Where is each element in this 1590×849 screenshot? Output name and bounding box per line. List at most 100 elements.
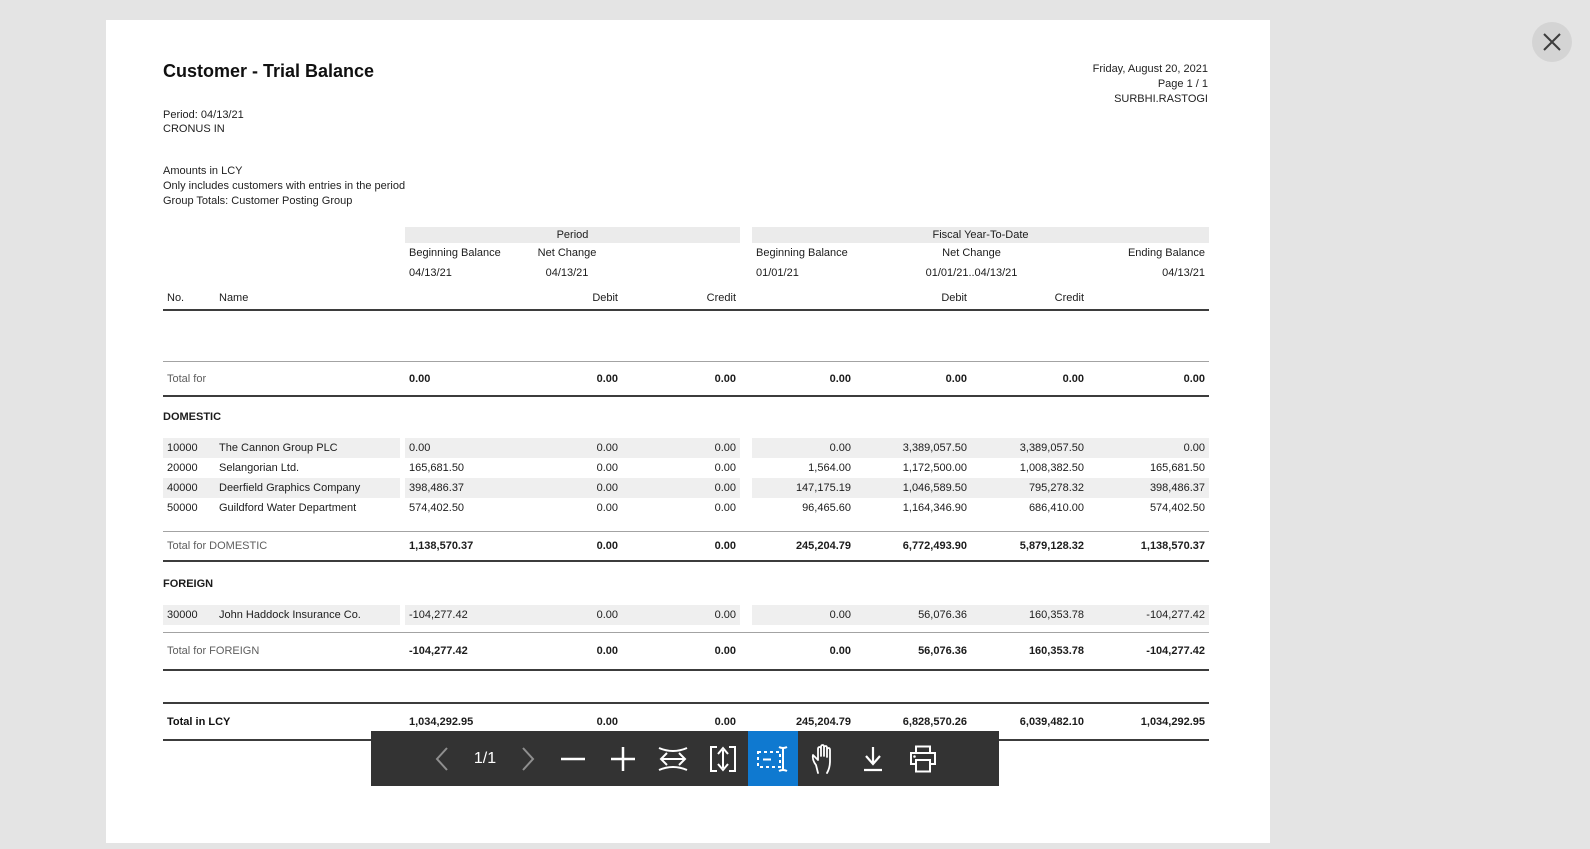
col-header: Ending Balance <box>1127 247 1205 259</box>
total-value: 160,353.78 <box>1028 645 1084 657</box>
report-header-right: Friday, August 20, 2021 Page 1 / 1 SURBH… <box>1093 62 1208 107</box>
col-header-name: Name <box>219 292 249 304</box>
cell-customer-name: Deerfield Graphics Company <box>215 478 405 498</box>
viewer-toolbar: 1/1 <box>371 731 999 786</box>
cell-value: 96,465.60 <box>802 502 851 514</box>
grand-total-value: 0.00 <box>714 715 736 728</box>
cell-customer-no: 10000 <box>163 438 215 458</box>
cell-value: 0.00 <box>714 462 736 474</box>
cell-value: 0.00 <box>752 438 855 458</box>
col-header-credit: Credit <box>1054 292 1084 304</box>
total-value: 0.00 <box>596 645 618 657</box>
meta-group-totals: Group Totals: Customer Posting Group <box>163 195 353 207</box>
cell-value: 0.00 <box>1088 438 1209 458</box>
total-value: 0.00 <box>596 372 618 385</box>
total-value: 0.00 <box>596 540 618 552</box>
cell-value: 0.00 <box>622 605 740 625</box>
table-row: 40000 Deerfield Graphics Company 398,486… <box>163 478 1209 498</box>
total-value: 0.00 <box>714 645 736 657</box>
cell-value: 0.00 <box>752 605 855 625</box>
page-number: Page 1 / 1 <box>1157 78 1208 90</box>
section-header-domestic: DOMESTIC <box>163 411 222 423</box>
download-button[interactable] <box>848 731 898 786</box>
text-select-icon <box>757 745 788 772</box>
col-header: Net Change <box>942 247 1001 259</box>
cell-customer-name: The Cannon Group PLC <box>215 438 405 458</box>
page-indicator: 1/1 <box>473 749 497 767</box>
cell-value: 160,353.78 <box>971 605 1088 625</box>
zoom-out-button[interactable] <box>548 731 598 786</box>
grand-total-value: 245,204.79 <box>795 715 851 728</box>
meta-filter-note: Only includes customers with entries in … <box>163 180 406 192</box>
total-value: 5,879,128.32 <box>1019 540 1084 552</box>
cell-value: 0.00 <box>512 605 622 625</box>
cell-value: 795,278.32 <box>971 478 1088 498</box>
col-header-date: 01/01/21 <box>756 267 799 279</box>
printed-date: Friday, August 20, 2021 <box>1092 63 1208 75</box>
close-preview-button[interactable] <box>1532 22 1572 62</box>
column-gap <box>740 458 752 478</box>
zoom-in-button[interactable] <box>598 731 648 786</box>
minus-icon <box>561 757 585 760</box>
text-selection-button[interactable] <box>748 731 798 786</box>
section-header-foreign: FOREIGN <box>163 578 214 590</box>
cell-value: 0.00 <box>714 502 736 514</box>
table-row: 50000 Guildford Water Department 574,402… <box>163 498 1209 518</box>
cell-value: 165,681.50 <box>409 462 465 474</box>
fit-to-page-button[interactable] <box>698 731 748 786</box>
total-label: Total for DOMESTIC <box>167 540 268 552</box>
fit-width-icon <box>658 746 688 771</box>
cell-value: -104,277.42 <box>1088 605 1209 625</box>
cell-value: 1,564.00 <box>808 462 851 474</box>
total-value: 0.00 <box>409 372 431 385</box>
cell-value: 0.00 <box>596 462 618 474</box>
pan-button[interactable] <box>798 731 848 786</box>
col-header-credit: Credit <box>706 292 736 304</box>
total-value: 6,772,493.90 <box>902 540 967 552</box>
total-value: -104,277.42 <box>1146 645 1205 657</box>
col-header-no: No. <box>167 292 185 304</box>
total-row-foreign: Total for FOREIGN -104,277.42 0.00 0.00 … <box>163 632 1209 671</box>
meta-amounts-lcy: Amounts in LCY <box>163 165 243 177</box>
cell-value: 1,008,382.50 <box>1019 462 1084 474</box>
cell-value: 1,046,589.50 <box>855 478 971 498</box>
next-page-button[interactable] <box>508 731 548 786</box>
cell-value: 0.00 <box>512 438 622 458</box>
report-page: Customer - Trial Balance Period: 04/13/2… <box>106 20 1270 843</box>
col-header-date: 04/13/21 <box>409 267 452 279</box>
table-header-dates-row: 04/13/21 04/13/21 01/01/21 01/01/21..04/… <box>163 263 1209 283</box>
cell-customer-name: John Haddock Insurance Co. <box>215 605 405 625</box>
col-header-debit: Debit <box>941 292 967 304</box>
cell-value: 165,681.50 <box>1149 462 1205 474</box>
total-value: 0.00 <box>714 540 736 552</box>
total-value: 1,138,570.37 <box>1140 540 1205 552</box>
total-row-domestic: Total for DOMESTIC 1,138,570.37 0.00 0.0… <box>163 531 1209 562</box>
total-value: 245,204.79 <box>795 540 851 552</box>
plus-icon <box>611 746 635 771</box>
col-header-debit: Debit <box>592 292 618 304</box>
close-icon <box>1543 33 1561 51</box>
cell-value: 3,389,057.50 <box>855 438 971 458</box>
grand-total-value: 1,034,292.95 <box>409 715 474 728</box>
column-gap <box>740 478 752 498</box>
cell-value: 686,410.00 <box>1028 502 1084 514</box>
total-value: 0.00 <box>1062 372 1084 385</box>
cell-value: 0.00 <box>622 478 740 498</box>
total-value: 0.00 <box>829 372 851 385</box>
printer-icon <box>910 745 936 772</box>
grand-total-value: 1,034,292.95 <box>1140 715 1205 728</box>
table-row: 20000 Selangorian Ltd. 165,681.50 0.00 0… <box>163 458 1209 478</box>
table-header-row: Beginning Balance Net Change Beginning B… <box>163 243 1209 263</box>
column-gap <box>740 498 752 518</box>
print-button[interactable] <box>898 731 948 786</box>
chevron-left-icon <box>435 746 448 771</box>
fit-to-width-button[interactable] <box>648 731 698 786</box>
cell-customer-no: 30000 <box>163 605 215 625</box>
previous-page-button[interactable] <box>422 731 462 786</box>
cell-value: 0.00 <box>622 438 740 458</box>
cell-value: 1,172,500.00 <box>902 462 967 474</box>
column-gap <box>740 605 752 625</box>
total-row-empty-group: Total for 0.00 0.00 0.00 0.00 0.00 0.00 … <box>163 361 1209 397</box>
